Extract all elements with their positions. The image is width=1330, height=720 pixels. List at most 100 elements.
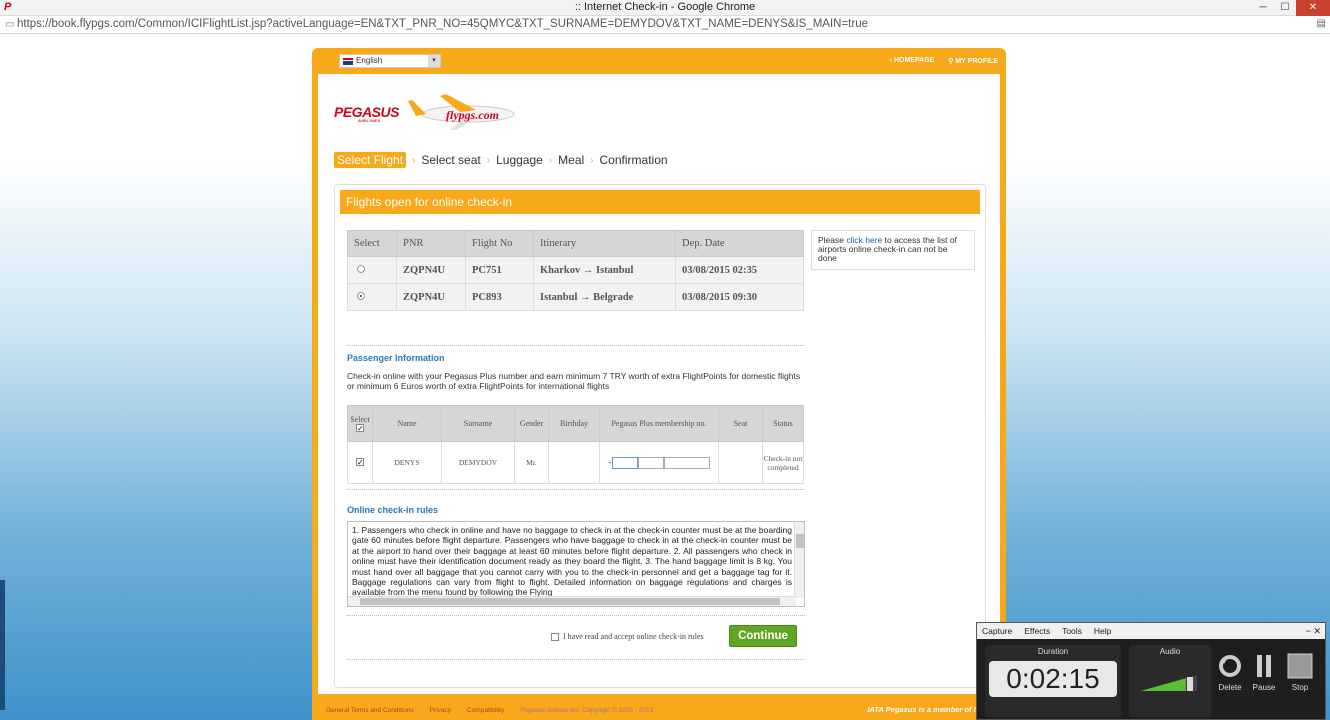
stop-label: Stop [1291,683,1309,692]
delete-label: Delete [1218,683,1242,692]
privacy-link[interactable]: Privacy [430,707,451,714]
plus-number-field-2[interactable] [638,456,665,469]
checkin-steps: Select Flight › Select seat › Luggage › … [334,152,668,168]
page-action-icon[interactable]: ▤ [1317,18,1326,29]
scroll-thumb[interactable] [796,534,804,548]
flight-no-cell: PC893 [465,283,534,311]
accept-rules[interactable]: I have read and accept online check-in r… [551,632,704,641]
flight-select-cell [347,283,397,311]
pax-plus-cell: + [599,441,719,484]
plus-number-field-3[interactable] [664,456,711,469]
table-row[interactable]: ZQPN4U PC893 Istanbul → Belgrade 03/08/2… [347,283,804,311]
step-select-flight[interactable]: Select Flight [334,152,407,168]
language-select[interactable]: English ▾ [339,54,441,68]
divider [347,489,805,490]
address-bar[interactable]: ▭ https://book.flypgs.com/Common/ICIFlig… [0,16,1330,34]
pax-col-plus: Pegasus Plus membership no. [599,405,719,442]
duration-label: Duration [1037,647,1069,656]
col-itinerary: Itinerary [533,230,676,257]
minimize-icon[interactable]: ─ [1252,0,1274,16]
pax-select-cell: ✓ [347,441,373,484]
homepage-link[interactable]: ‹ HOMEPAGE [890,57,935,65]
homepage-label: HOMEPAGE [893,57,935,64]
pax-gender-cell: Mr. [514,441,549,484]
stop-icon [1287,653,1313,679]
select-all-checkbox[interactable]: ✓ [356,423,364,432]
passenger-checkbox[interactable]: ✓ [356,458,364,467]
pause-button[interactable]: Pause [1249,653,1279,692]
rules-title: Online check-in rules [347,505,439,515]
step-meal[interactable]: Meal [558,153,584,167]
close-icon[interactable]: ✕ [1296,0,1330,16]
pax-birthday-cell [548,441,600,484]
continue-button[interactable]: Continue [729,625,797,647]
maximize-icon[interactable]: ☐ [1274,0,1296,16]
rules-text: 1. Passengers who check in online and ha… [352,525,792,598]
menu-effects[interactable]: Effects [1024,623,1050,639]
divider [347,615,805,616]
delete-icon [1219,655,1241,677]
plane-logo-icon: flypgs.com [408,94,515,130]
scroll-thumb[interactable] [360,598,780,605]
stop-button[interactable]: Stop [1285,653,1315,692]
audio-meter-icon[interactable] [1141,673,1201,693]
divider [347,659,805,660]
col-flight-no: Flight No [465,230,534,257]
checkin-panel: Flights open for online check-in Select … [334,184,986,688]
col-select: Select [347,230,397,257]
flight-radio[interactable] [357,264,365,273]
audio-label: Audio [1159,647,1181,656]
passenger-info-text: Check-in online with your Pegasus Plus n… [347,371,801,391]
delete-button[interactable]: Delete [1215,653,1245,692]
url-text[interactable]: https://book.flypgs.com/Common/ICIFlight… [17,18,868,30]
pax-name-cell: DENYS [372,441,442,484]
recorder-window-controls[interactable]: − ✕ [1306,623,1321,639]
window-titlebar: P :: Internet Check-in - Google Chrome ─… [0,0,1330,16]
step-confirmation[interactable]: Confirmation [600,153,668,167]
pax-surname-cell: DEMYDOV [441,441,515,484]
compatibility-link[interactable]: Compatibility [467,707,504,714]
pax-col-birthday: Birthday [548,405,600,442]
pnr-cell: ZQPN4U [396,256,466,284]
window-title: :: Internet Check-in - Google Chrome [574,1,756,13]
pegasus-logo[interactable]: PEGASUS AIRLINES [334,104,399,123]
divider [347,345,805,346]
menu-help[interactable]: Help [1094,623,1111,639]
site-footer: General Terms and Conditions Privacy Com… [318,700,1000,720]
pax-col-surname: Surname [441,405,515,442]
step-luggage[interactable]: Luggage [496,153,543,167]
accept-rules-checkbox[interactable] [551,632,559,641]
page-icon: ▭ [5,19,15,30]
itinerary-cell: Kharkov → Istanbul [533,256,676,284]
recorder-menu: Capture Effects Tools Help − ✕ [977,623,1325,639]
copyright: Pegasus Airlines Inc. Copyright © 2005 -… [520,706,654,714]
uk-flag-icon [343,58,353,65]
duration-panel: Duration 0:02:15 [985,645,1121,717]
iata-badge: IATA Pegasus is a member of IATA [867,705,990,714]
rules-horizontal-scrollbar[interactable] [348,596,796,606]
menu-capture[interactable]: Capture [982,623,1012,639]
pax-col-status: Status [762,405,804,442]
rules-vertical-scrollbar[interactable] [794,522,804,598]
screen-recorder: Capture Effects Tools Help − ✕ Duration … [976,622,1326,720]
table-row: ✓ DENYS DEMYDOV Mr. + Check-in not compl… [347,441,804,484]
my-profile-link[interactable]: ⚲ MY PROFILE [948,57,998,65]
duration-time: 0:02:15 [989,661,1117,697]
dep-date-cell: 03/08/2015 02:35 [675,256,804,284]
menu-tools[interactable]: Tools [1062,623,1082,639]
accept-rules-label: I have read and accept online check-in r… [563,632,704,641]
flights-table: Select PNR Flight No Itinerary Dep. Date… [347,230,804,311]
table-row[interactable]: ZQPN4U PC751 Kharkov → Istanbul 03/08/20… [347,256,804,284]
chevron-down-icon[interactable]: ▾ [428,55,440,67]
terms-link[interactable]: General Terms and Conditions [326,707,414,714]
step-select-seat[interactable]: Select seat [421,153,480,167]
col-pnr: PNR [396,230,466,257]
rules-textarea[interactable]: 1. Passengers who check in online and ha… [347,521,805,607]
flight-radio-selected[interactable] [357,291,365,300]
col-dep-date: Dep. Date [675,230,804,257]
top-links: ‹ HOMEPAGE ⚲ MY PROFILE [890,57,998,65]
logo-sub: AIRLINES [358,118,381,123]
step-separator-icon: › [590,154,594,166]
pax-col-select-label: Select [350,414,370,424]
plus-number-field-1[interactable] [612,456,639,469]
